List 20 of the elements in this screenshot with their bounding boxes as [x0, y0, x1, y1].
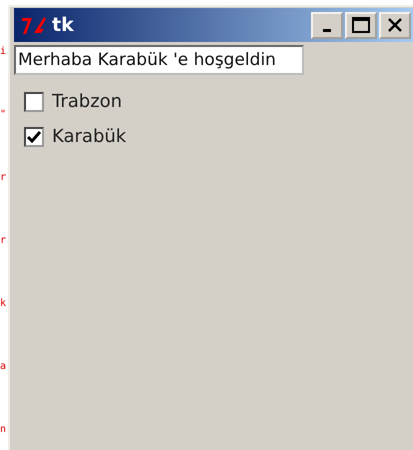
checkmark-icon — [27, 130, 41, 142]
code-fragment: " — [0, 108, 8, 122]
close-button[interactable] — [379, 12, 411, 38]
minimize-button[interactable] — [311, 12, 343, 38]
minimize-icon — [323, 28, 331, 32]
checkbox[interactable] — [24, 92, 44, 112]
maximize-icon — [352, 17, 370, 33]
maximize-button[interactable] — [345, 12, 377, 38]
code-fragment: r — [0, 234, 8, 248]
text-entry[interactable]: Merhaba Karabük 'e hoşgeldin — [14, 45, 304, 75]
code-fragment: n — [0, 423, 8, 437]
window-title: tk — [52, 14, 74, 36]
code-fragment: a — [0, 360, 8, 374]
checkbox[interactable] — [24, 126, 44, 146]
code-fragment: r — [0, 171, 8, 185]
checkbox-label: Trabzon — [52, 91, 122, 112]
checkbox-label: Karabük — [52, 126, 126, 147]
code-fragment: i — [0, 45, 8, 59]
close-icon — [387, 18, 403, 32]
code-fragment: k — [0, 297, 8, 311]
